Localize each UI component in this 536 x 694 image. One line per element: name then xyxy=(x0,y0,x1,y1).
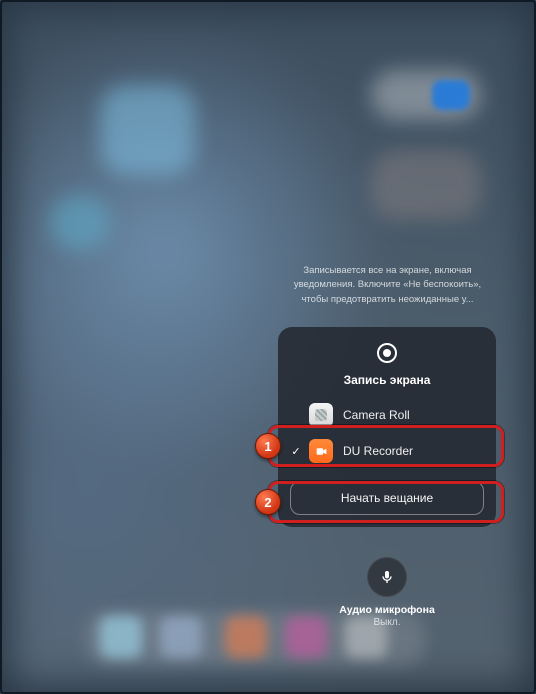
image-frame xyxy=(0,0,536,694)
